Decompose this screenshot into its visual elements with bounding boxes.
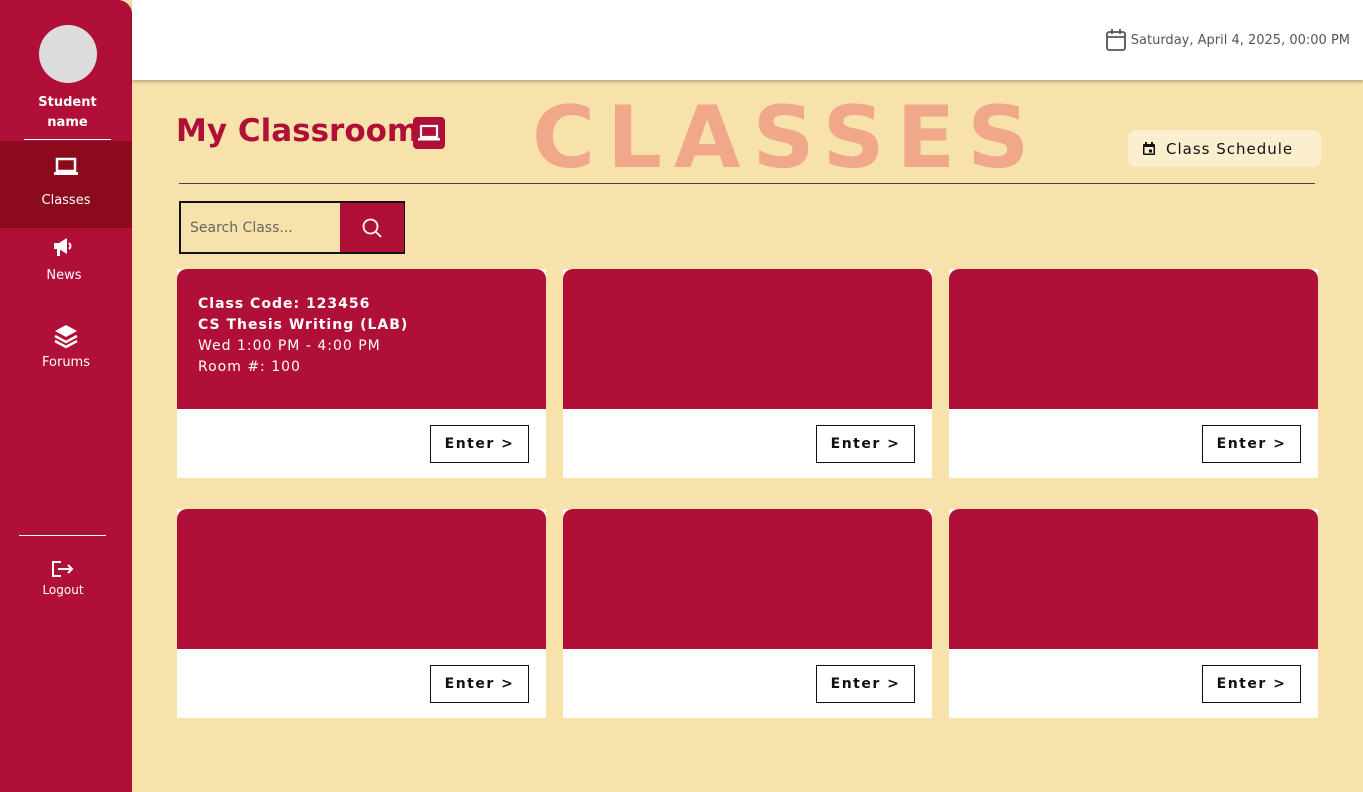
logout-icon xyxy=(52,561,74,577)
search-button[interactable] xyxy=(340,203,404,252)
class-schedule-label: Class Schedule xyxy=(1166,139,1294,158)
divider xyxy=(19,535,106,536)
enter-button[interactable]: Enter > xyxy=(816,425,915,463)
sidebar-item-classes[interactable]: Classes xyxy=(0,141,132,228)
class-room: Room #: 100 xyxy=(198,359,301,375)
enter-button[interactable]: Enter > xyxy=(430,665,529,703)
enter-button[interactable]: Enter > xyxy=(816,665,915,703)
class-schedule-button[interactable]: Class Schedule xyxy=(1128,130,1321,167)
enter-button[interactable]: Enter > xyxy=(430,425,529,463)
class-card: Enter > xyxy=(949,269,1318,478)
divider xyxy=(179,183,1315,184)
student-name: Student name xyxy=(38,95,97,130)
sidebar-item-news[interactable]: News xyxy=(0,236,132,296)
class-code: Class Code: 123456 xyxy=(198,296,371,312)
class-card-header xyxy=(563,509,932,649)
search-bar xyxy=(179,201,405,254)
class-card: Class Code: 123456 CS Thesis Writing (LA… xyxy=(177,269,546,478)
page-title: My Classroom xyxy=(176,113,420,149)
sidebar-item-label: Classes xyxy=(41,193,91,208)
avatar[interactable] xyxy=(39,25,97,83)
datetime-text: Saturday, April 4, 2025, 00:00 PM xyxy=(1130,32,1350,48)
calendar-icon xyxy=(1105,29,1126,51)
datetime-display: Saturday, April 4, 2025, 00:00 PM xyxy=(1105,28,1350,52)
class-card: Enter > xyxy=(563,269,932,478)
sidebar-item-label: Forums xyxy=(42,355,90,370)
class-card-header xyxy=(563,269,932,409)
class-card-header xyxy=(949,509,1318,649)
logout-button[interactable]: Logout xyxy=(0,560,126,597)
class-card-header xyxy=(177,509,546,649)
class-card-header xyxy=(949,269,1318,409)
laptop-icon xyxy=(413,117,445,149)
calendar-icon xyxy=(1143,141,1155,155)
megaphone-icon xyxy=(54,238,72,256)
class-card: Enter > xyxy=(949,509,1318,718)
class-name: CS Thesis Writing (LAB) xyxy=(198,317,409,333)
sidebar-item-forums[interactable]: Forums xyxy=(0,323,132,383)
search-input[interactable] xyxy=(181,203,339,252)
enter-button[interactable]: Enter > xyxy=(1202,665,1301,703)
layers-icon xyxy=(54,325,78,349)
class-card: Enter > xyxy=(563,509,932,718)
class-schedule: Wed 1:00 PM - 4:00 PM xyxy=(198,338,381,354)
class-card-header: Class Code: 123456 CS Thesis Writing (LA… xyxy=(177,269,546,409)
enter-button[interactable]: Enter > xyxy=(1202,425,1301,463)
laptop-icon xyxy=(54,157,78,175)
top-bar: Saturday, April 4, 2025, 00:00 PM xyxy=(132,0,1363,80)
sidebar-item-label: News xyxy=(46,268,82,283)
sidebar: Student name Classes News Forums Logout xyxy=(0,0,132,792)
class-card: Enter > xyxy=(177,509,546,718)
divider xyxy=(24,139,111,140)
page-watermark: CLASSES xyxy=(532,88,1042,188)
search-icon xyxy=(362,218,382,238)
logout-label: Logout xyxy=(42,583,84,597)
